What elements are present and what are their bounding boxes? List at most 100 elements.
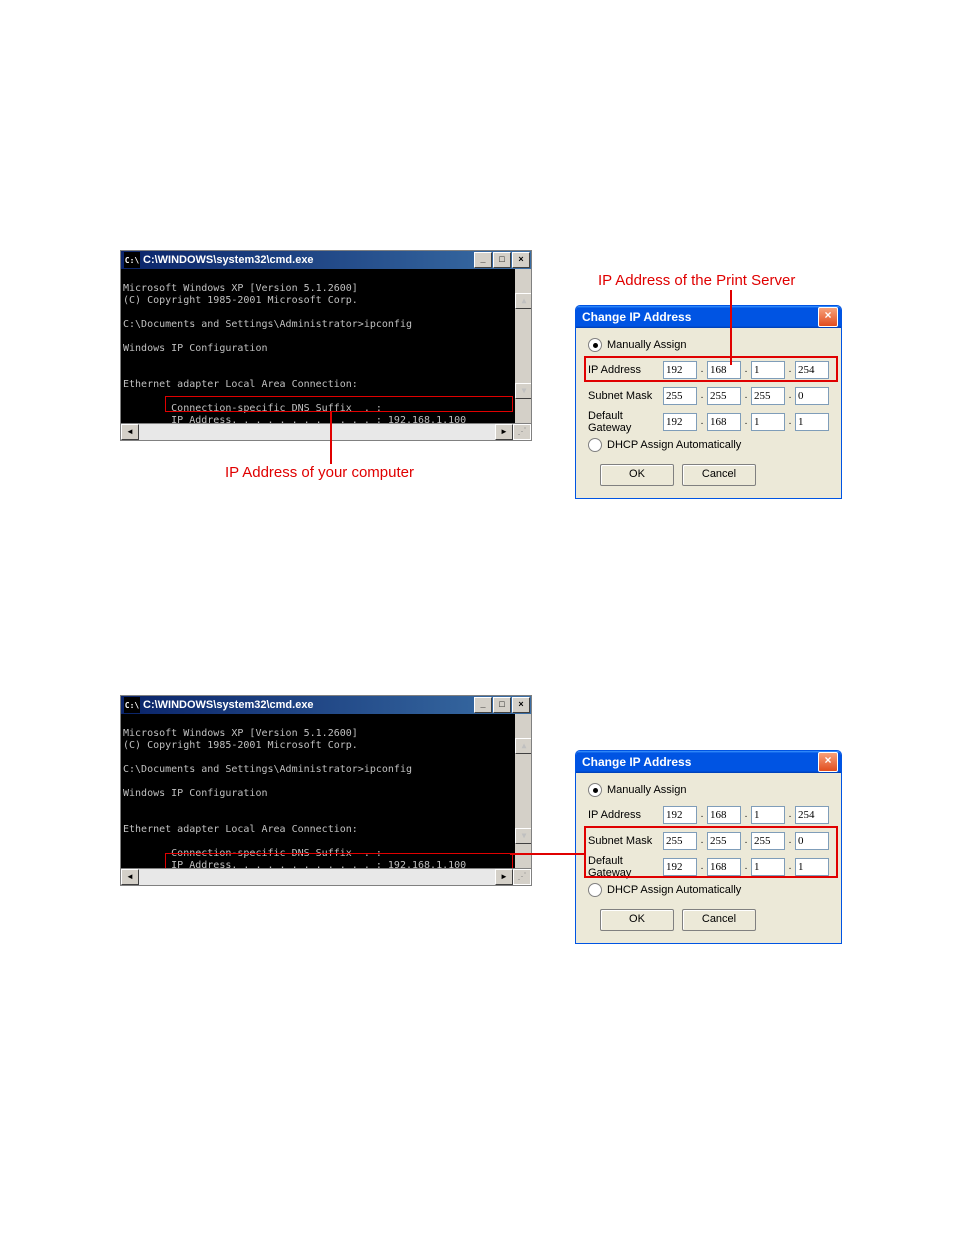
cmd-title: C:\WINDOWS\system32\cmd.exe — [143, 254, 474, 266]
ip-octet-3[interactable]: 1 — [751, 806, 785, 824]
vertical-scrollbar[interactable]: ▲ ▼ — [515, 269, 531, 423]
subnet-mask-row: Subnet Mask 255. 255. 255. 0 — [588, 386, 829, 406]
mask-octet-3[interactable]: 255 — [751, 832, 785, 850]
maximize-button[interactable]: □ — [493, 252, 511, 268]
scroll-right-button[interactable]: ► — [495, 424, 513, 440]
mask-octet-1[interactable]: 255 — [663, 387, 697, 405]
cmd-line: IP Address. . . . . . . . . . . . : 192.… — [123, 860, 466, 868]
horizontal-scrollbar[interactable]: ◄ ► ⋰ — [121, 423, 531, 440]
cmd-icon: C:\ — [124, 697, 140, 713]
gw-octet-3[interactable]: 1 — [751, 413, 785, 431]
cmd-output: Microsoft Windows XP [Version 5.1.2600] … — [121, 714, 531, 868]
dhcp-assign-label: DHCP Assign Automatically — [607, 439, 741, 451]
ip-address-row: IP Address 192. 168. 1. 254 — [588, 360, 829, 380]
scroll-up-button[interactable]: ▲ — [515, 738, 531, 754]
mask-octet-4[interactable]: 0 — [795, 387, 829, 405]
mask-octet-2[interactable]: 255 — [707, 387, 741, 405]
dialog-close-button[interactable]: × — [818, 752, 838, 772]
ip-address-row: IP Address 192. 168. 1. 254 — [588, 805, 829, 825]
ip-octet-3[interactable]: 1 — [751, 361, 785, 379]
change-ip-dialog-bottom: Change IP Address × Manually Assign IP A… — [575, 750, 842, 944]
cmd-line: Connection-specific DNS Suffix . : — [123, 848, 382, 859]
cancel-button[interactable]: Cancel — [682, 464, 756, 486]
dialog-title: Change IP Address — [582, 755, 818, 769]
scroll-up-button[interactable]: ▲ — [515, 293, 531, 309]
cmd-line: Ethernet adapter Local Area Connection: — [123, 379, 358, 390]
gw-octet-4[interactable]: 1 — [795, 858, 829, 876]
cmd-line: Microsoft Windows XP [Version 5.1.2600] — [123, 283, 358, 294]
resize-grip[interactable]: ⋰ — [513, 424, 531, 440]
cmd-line: Microsoft Windows XP [Version 5.1.2600] — [123, 728, 358, 739]
ip-octet-1[interactable]: 192 — [663, 361, 697, 379]
ip-octet-4[interactable]: 254 — [795, 361, 829, 379]
close-button[interactable]: × — [512, 252, 530, 268]
ip-octet-2[interactable]: 168 — [707, 806, 741, 824]
mask-octet-4[interactable]: 0 — [795, 832, 829, 850]
connector-line — [730, 290, 732, 365]
gateway-label: Default Gateway — [588, 410, 663, 434]
gw-octet-1[interactable]: 192 — [663, 413, 697, 431]
gw-octet-1[interactable]: 192 — [663, 858, 697, 876]
scroll-right-button[interactable]: ► — [495, 869, 513, 885]
dialog-title: Change IP Address — [582, 310, 818, 324]
manually-assign-label: Manually Assign — [607, 339, 687, 351]
cmd-window-top: C:\ C:\WINDOWS\system32\cmd.exe _ □ × Mi… — [120, 250, 532, 441]
ip-octet-4[interactable]: 254 — [795, 806, 829, 824]
ok-button[interactable]: OK — [600, 464, 674, 486]
ip-address-label: IP Address — [588, 809, 663, 821]
cmd-line: Windows IP Configuration — [123, 788, 268, 799]
cmd-window-bottom: C:\ C:\WINDOWS\system32\cmd.exe _ □ × Mi… — [120, 695, 532, 886]
scroll-down-button[interactable]: ▼ — [515, 383, 531, 399]
close-button[interactable]: × — [512, 697, 530, 713]
cmd-line: Ethernet adapter Local Area Connection: — [123, 824, 358, 835]
cmd-line: (C) Copyright 1985-2001 Microsoft Corp. — [123, 740, 358, 751]
resize-grip[interactable]: ⋰ — [513, 869, 531, 885]
dhcp-assign-radio[interactable] — [588, 438, 602, 452]
annotation-print-server-ip: IP Address of the Print Server — [598, 272, 795, 289]
mask-octet-3[interactable]: 255 — [751, 387, 785, 405]
maximize-button[interactable]: □ — [493, 697, 511, 713]
cmd-line: C:\Documents and Settings\Administrator>… — [123, 764, 412, 775]
scroll-down-button[interactable]: ▼ — [515, 828, 531, 844]
manually-assign-radio[interactable] — [588, 783, 602, 797]
minimize-button[interactable]: _ — [474, 697, 492, 713]
ip-octet-1[interactable]: 192 — [663, 806, 697, 824]
manually-assign-label: Manually Assign — [607, 784, 687, 796]
cmd-line: (C) Copyright 1985-2001 Microsoft Corp. — [123, 295, 358, 306]
dialog-titlebar: Change IP Address × — [576, 751, 841, 773]
subnet-mask-row: Subnet Mask 255. 255. 255. 0 — [588, 831, 829, 851]
cmd-title: C:\WINDOWS\system32\cmd.exe — [143, 699, 474, 711]
ip-address-label: IP Address — [588, 364, 663, 376]
connector-line — [510, 853, 585, 855]
gateway-row: Default Gateway 192. 168. 1. 1 — [588, 857, 829, 877]
dhcp-assign-radio[interactable] — [588, 883, 602, 897]
mask-octet-2[interactable]: 255 — [707, 832, 741, 850]
manually-assign-radio[interactable] — [588, 338, 602, 352]
ip-octet-2[interactable]: 168 — [707, 361, 741, 379]
cmd-line: Windows IP Configuration — [123, 343, 268, 354]
cmd-titlebar: C:\ C:\WINDOWS\system32\cmd.exe _ □ × — [121, 251, 531, 269]
annotation-computer-ip: IP Address of your computer — [225, 464, 414, 481]
dialog-close-button[interactable]: × — [818, 307, 838, 327]
subnet-mask-label: Subnet Mask — [588, 390, 663, 402]
cancel-button[interactable]: Cancel — [682, 909, 756, 931]
change-ip-dialog-top: Change IP Address × Manually Assign IP A… — [575, 305, 842, 499]
ok-button[interactable]: OK — [600, 909, 674, 931]
gw-octet-4[interactable]: 1 — [795, 413, 829, 431]
gateway-label: Default Gateway — [588, 855, 663, 879]
horizontal-scrollbar[interactable]: ◄ ► ⋰ — [121, 868, 531, 885]
dhcp-assign-label: DHCP Assign Automatically — [607, 884, 741, 896]
mask-octet-1[interactable]: 255 — [663, 832, 697, 850]
cmd-line: Connection-specific DNS Suffix . : — [123, 403, 382, 414]
cmd-titlebar: C:\ C:\WINDOWS\system32\cmd.exe _ □ × — [121, 696, 531, 714]
vertical-scrollbar[interactable]: ▲ ▼ — [515, 714, 531, 868]
cmd-output: Microsoft Windows XP [Version 5.1.2600] … — [121, 269, 531, 423]
gw-octet-2[interactable]: 168 — [707, 858, 741, 876]
dialog-titlebar: Change IP Address × — [576, 306, 841, 328]
gw-octet-2[interactable]: 168 — [707, 413, 741, 431]
minimize-button[interactable]: _ — [474, 252, 492, 268]
scroll-left-button[interactable]: ◄ — [121, 424, 139, 440]
scroll-left-button[interactable]: ◄ — [121, 869, 139, 885]
cmd-line: C:\Documents and Settings\Administrator>… — [123, 319, 412, 330]
gw-octet-3[interactable]: 1 — [751, 858, 785, 876]
